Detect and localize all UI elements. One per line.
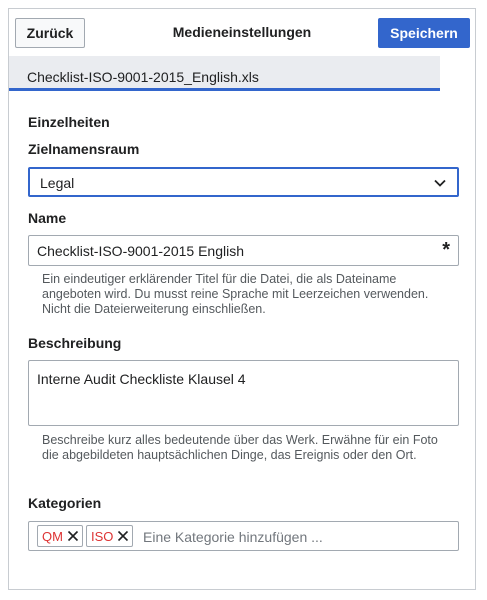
namespace-select[interactable]: Legal — [28, 167, 459, 197]
categories-label: Kategorien — [28, 495, 102, 511]
description-help-text: Beschreibe kurz alles bedeutende über da… — [42, 433, 438, 462]
name-field-value: Checklist-ISO-9001-2015 English — [37, 243, 244, 259]
category-input-placeholder[interactable]: Eine Kategorie hinzufügen ... — [143, 529, 323, 545]
namespace-label: Zielnamensraum — [28, 141, 140, 157]
categories-field[interactable]: QM ISO Eine Kategorie hinzufügen ... — [28, 521, 459, 551]
name-help-text: Ein eindeutiger erklärender Titel für di… — [42, 272, 429, 316]
category-chip-label: QM — [42, 528, 63, 544]
name-label: Name — [28, 210, 67, 226]
description-field[interactable]: Interne Audit Checkliste Klausel 4 — [28, 360, 459, 426]
media-settings-dialog: Zurück Medieneinstellungen Speichern Che… — [8, 8, 476, 590]
section-title-details: Einzelheiten — [28, 114, 110, 130]
category-chip-label: ISO — [91, 528, 114, 544]
close-icon[interactable] — [117, 530, 129, 542]
description-field-value: Interne Audit Checkliste Klausel 4 — [37, 371, 246, 387]
name-field[interactable]: Checklist-ISO-9001-2015 English * — [28, 235, 459, 266]
chevron-down-icon — [434, 179, 446, 187]
file-tab: Checklist-ISO-9001-2015_English.xls — [9, 56, 440, 91]
description-label: Beschreibung — [28, 335, 122, 351]
category-chip-iso[interactable]: ISO — [86, 525, 134, 547]
file-name: Checklist-ISO-9001-2015_English.xls — [27, 69, 259, 85]
close-icon[interactable] — [67, 530, 79, 542]
dialog-header: Zurück Medieneinstellungen Speichern — [9, 9, 475, 55]
required-asterisk-icon: * — [442, 239, 450, 261]
category-chip-qm[interactable]: QM — [37, 525, 83, 547]
save-button[interactable]: Speichern — [378, 18, 470, 48]
namespace-selected-value: Legal — [40, 175, 75, 191]
